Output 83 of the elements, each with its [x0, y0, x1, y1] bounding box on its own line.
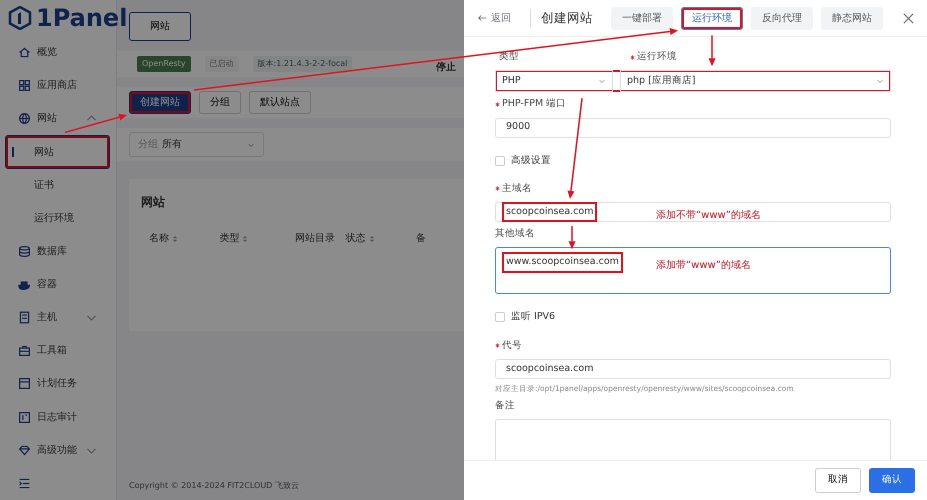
checkbox[interactable]: [495, 156, 505, 166]
toolbar-button[interactable]: 默认站点: [249, 91, 311, 114]
page-tab[interactable]: 网站: [129, 12, 191, 41]
host-icon: [18, 311, 31, 324]
required-icon: [630, 54, 635, 60]
toolbar-button[interactable]: 创建网站: [129, 91, 191, 114]
annotation-text: 添加带“www”的域名: [656, 258, 751, 274]
sidebar-subitem[interactable]: 运行环境: [0, 202, 116, 235]
sidebar-item[interactable]: 网站: [0, 102, 116, 136]
chevron-icon: [876, 77, 884, 86]
sidebar-item[interactable]: 计划任务: [0, 367, 116, 401]
sidebar-subitem[interactable]: 网站: [5, 135, 110, 169]
drawer-tab[interactable]: 静态网站: [821, 6, 883, 30]
drawer-tab[interactable]: 一键部署: [611, 6, 673, 30]
column-header[interactable]: 类型: [219, 231, 296, 246]
sidebar-item[interactable]: 高级功能: [0, 434, 116, 467]
database-icon: [18, 244, 31, 258]
chevron-icon: [598, 77, 606, 86]
annotation-text: 添加不带“www”的域名: [656, 208, 761, 223]
sort-icon: [368, 234, 375, 242]
field-label: 运行环境: [637, 50, 677, 64]
sidebar-item[interactable]: 数据库: [0, 234, 116, 268]
column-header[interactable]: 状态: [346, 231, 416, 246]
drawer-tab[interactable]: 运行环境: [681, 6, 743, 30]
column-header[interactable]: 名称: [141, 231, 220, 246]
sidebar-item[interactable]: 日志审计: [0, 400, 116, 434]
annotation-arrow: [64, 114, 127, 134]
field-label: 主域名: [502, 182, 532, 196]
home-icon: [18, 46, 31, 60]
column-header: 网站目录: [295, 232, 336, 246]
input-field[interactable]: scoopcoinsea.com: [495, 358, 891, 379]
stop-link[interactable]: 停止: [436, 60, 456, 77]
required-icon: [495, 102, 500, 107]
sidebar-item[interactable]: 主机: [0, 301, 116, 334]
column-header: 备: [416, 232, 427, 246]
field-label: 备注: [495, 399, 515, 413]
menu-icon[interactable]: [18, 476, 31, 490]
sort-icon: [242, 234, 248, 242]
checkbox-label: 高级设置: [511, 154, 551, 168]
checkbox-label: 监听 IPV6: [511, 310, 556, 324]
sidebar-item[interactable]: 应用商店: [0, 69, 116, 102]
log-icon: [18, 410, 31, 424]
back-arrow-icon: [477, 13, 487, 23]
textarea-field[interactable]: [495, 419, 891, 460]
chevron-icon: [247, 140, 255, 148]
checkbox[interactable]: [495, 312, 505, 322]
card-title: 网站: [141, 194, 166, 211]
field-label: 代号: [502, 338, 522, 352]
status-badge: OpenResty: [137, 56, 191, 72]
input-field[interactable]: scoopcoinsea.com 添加不带“www”的域名: [495, 202, 891, 222]
grid-icon: [18, 79, 31, 92]
copyright-text: Copyright © 2014-2024 FIT2CLOUD 飞致云: [129, 480, 300, 492]
group-filter-select[interactable]: 分组 所有: [129, 132, 264, 157]
toolbox-icon: [18, 344, 31, 358]
sort-icon: [172, 234, 178, 242]
toolbar-button[interactable]: 分组: [199, 91, 241, 114]
sidebar-item[interactable]: 工具箱: [0, 334, 116, 368]
input-field[interactable]: 9000: [495, 118, 891, 138]
required-icon: [495, 186, 500, 192]
status-badge: 版本:1.21.4.3-2-2-focal: [252, 56, 352, 72]
annotation-arrow: [708, 36, 716, 66]
logo-icon: [8, 6, 32, 30]
textarea-field[interactable]: www.scoopcoinsea.com 添加带“www”的域名: [495, 247, 891, 294]
drawer-tab[interactable]: 反向代理: [751, 6, 813, 30]
status-badge: 已启动: [204, 56, 239, 72]
annotation-arrow: [568, 226, 576, 250]
close-icon: [903, 13, 914, 24]
required-icon: [495, 343, 500, 348]
drawer-title: 创建网站: [530, 8, 593, 28]
field-label: 其他域名: [495, 227, 535, 241]
footer-button[interactable]: 取消: [815, 468, 861, 493]
sidebar-item[interactable]: 概览: [0, 36, 116, 70]
app-logo-text: 1Panel: [36, 3, 128, 34]
select-field[interactable]: PHP: [495, 70, 613, 92]
footer-button[interactable]: 确认: [869, 468, 915, 493]
globe-icon: [18, 112, 31, 126]
field-label: PHP-FPM 端口: [502, 97, 566, 112]
sidebar-item[interactable]: 容器: [0, 268, 116, 302]
calendar-icon: [18, 377, 31, 390]
sidebar-subitem[interactable]: 证书: [0, 168, 116, 202]
back-link[interactable]: 返回: [476, 10, 512, 26]
diamond-icon: [18, 444, 31, 457]
select-field[interactable]: php [应用商店]: [620, 70, 891, 92]
